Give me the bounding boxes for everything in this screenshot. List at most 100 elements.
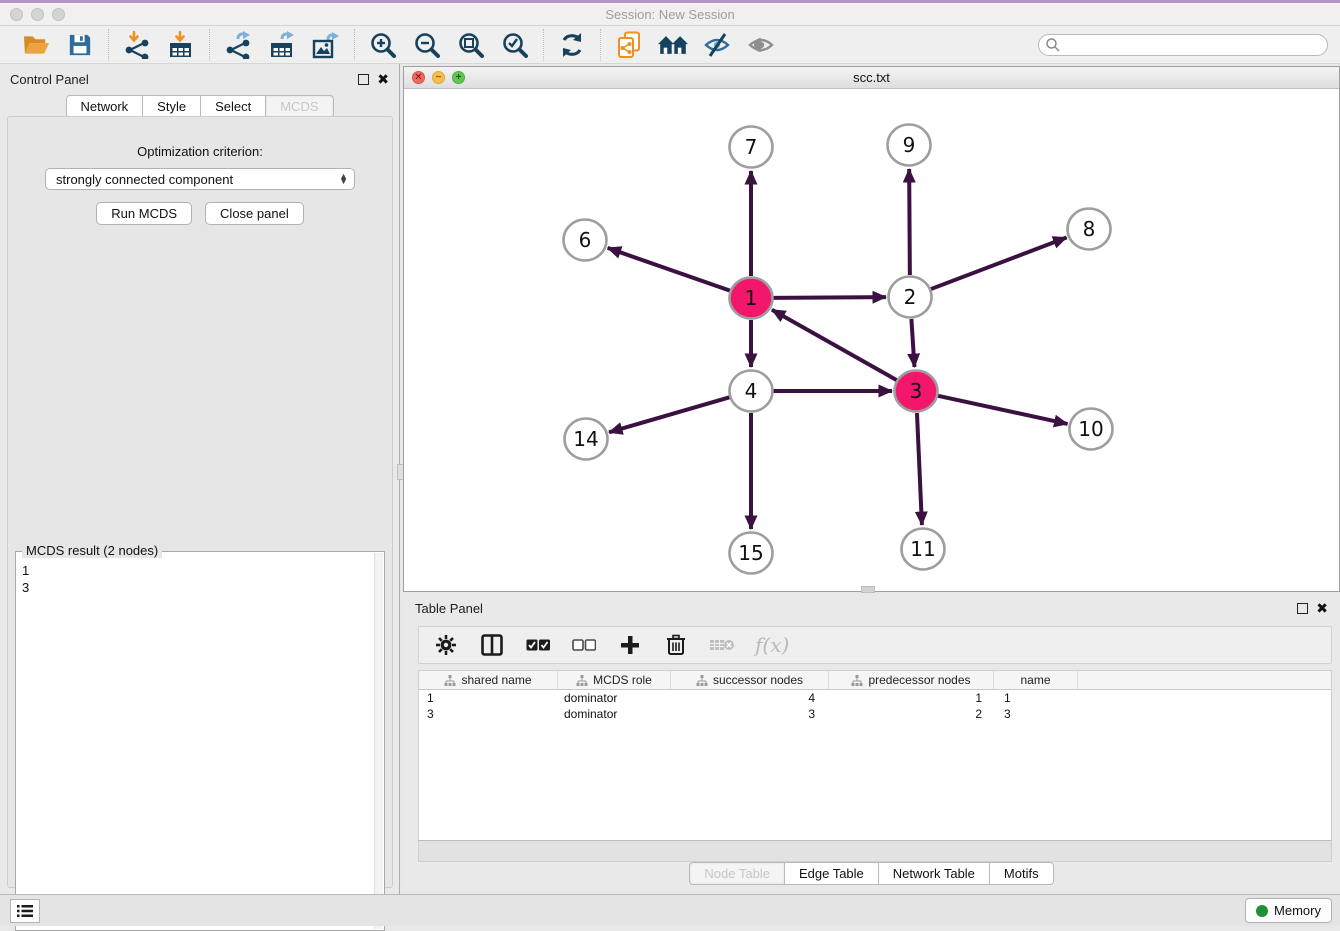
column-header-shared-name[interactable]: shared name [419,671,558,689]
table-tabs: Node Table Edge Table Network Table Moti… [403,862,1340,885]
criterion-dropdown[interactable]: strongly connected component ▲▼ [45,168,355,190]
window-title: Session: New Session [0,7,1340,22]
criterion-dropdown-value: strongly connected component [56,172,233,187]
table-row[interactable]: 3 dominator 3 2 3 [419,706,1331,722]
cell-successor-nodes[interactable]: 4 [671,691,829,705]
tab-edge-table[interactable]: Edge Table [785,862,879,885]
delete-column-icon[interactable] [663,632,689,658]
zoom-selected-icon[interactable] [500,30,530,60]
tab-motifs[interactable]: Motifs [990,862,1054,885]
import-network-icon[interactable] [122,30,152,60]
close-panel-icon[interactable]: ✖ [377,74,389,85]
mcds-result-group: MCDS result (2 nodes) 1 3 [15,551,385,931]
first-neighbors-icon[interactable] [658,30,688,60]
cell-predecessor-nodes[interactable]: 1 [829,691,994,705]
cell-name[interactable]: 3 [994,707,1078,721]
search-icon [1045,37,1061,53]
add-column-icon[interactable] [617,632,643,658]
search-input[interactable] [1061,36,1327,54]
table-panel: Table Panel ✖ [403,594,1340,894]
memory-label: Memory [1274,903,1321,918]
svg-text:11: 11 [910,537,935,561]
control-panel: Control Panel ✖ Network Style Select MCD… [0,64,400,894]
cell-shared-name[interactable]: 3 [419,707,558,721]
mcds-result-text[interactable]: 1 3 [22,562,374,928]
svg-text:1: 1 [745,286,758,310]
main-toolbar [0,26,1340,64]
show-all-icon[interactable] [746,30,776,60]
svg-text:15: 15 [738,541,763,565]
open-session-icon[interactable] [21,30,51,60]
clone-network-icon[interactable] [614,30,644,60]
select-all-icon[interactable] [525,632,551,658]
run-mcds-button[interactable]: Run MCDS [96,202,192,225]
table-toolbar: f(x) [418,626,1332,664]
column-header-mcds-role[interactable]: MCDS role [558,671,671,689]
apply-layout-icon[interactable] [557,30,587,60]
tab-select[interactable]: Select [201,95,266,118]
zoom-fit-icon[interactable] [456,30,486,60]
column-header-successor-nodes[interactable]: successor nodes [671,671,829,689]
svg-text:9: 9 [903,133,916,157]
function-builder-icon: f(x) [755,632,789,658]
table-row[interactable]: 1 dominator 4 1 1 [419,690,1331,706]
float-table-panel-icon[interactable] [1297,603,1308,614]
tab-style[interactable]: Style [143,95,201,118]
control-panel-tabs: Network Style Select MCDS [65,95,333,118]
cell-successor-nodes[interactable]: 3 [671,707,829,721]
import-table-icon[interactable] [166,30,196,60]
tab-network[interactable]: Network [65,95,143,118]
zoom-in-icon[interactable] [368,30,398,60]
svg-text:7: 7 [745,135,758,159]
search-field[interactable] [1038,34,1328,56]
table-bottom-strip [418,840,1332,862]
tab-network-table[interactable]: Network Table [879,862,990,885]
hierarchy-icon [851,675,863,686]
float-panel-icon[interactable] [358,74,369,85]
column-layout-icon[interactable] [479,632,505,658]
cell-predecessor-nodes[interactable]: 2 [829,707,994,721]
network-graph[interactable]: 7968124314101511 [404,89,1339,591]
gear-icon[interactable] [433,632,459,658]
window-titlebar: Session: New Session [0,3,1340,26]
deselect-all-icon[interactable] [571,632,597,658]
svg-text:6: 6 [579,228,592,252]
cell-mcds-role[interactable]: dominator [558,691,671,705]
optimization-criterion-label: Optimization criterion: [8,144,392,159]
cell-shared-name[interactable]: 1 [419,691,558,705]
close-panel-button[interactable]: Close panel [205,202,304,225]
export-table-icon[interactable] [267,30,297,60]
svg-text:2: 2 [904,285,917,309]
table-panel-title: Table Panel [415,601,483,616]
horizontal-splitter-handle[interactable] [861,586,875,593]
export-image-icon[interactable] [311,30,341,60]
show-task-history-button[interactable] [10,899,40,923]
save-session-icon[interactable] [65,30,95,60]
mcds-tab-content: Optimization criterion: strongly connect… [7,116,393,888]
column-header-name[interactable]: name [994,671,1078,689]
tab-mcds[interactable]: MCDS [266,95,333,118]
delete-table-icon [709,632,735,658]
dropdown-stepper-icon: ▲▼ [339,174,348,184]
hierarchy-icon [696,675,708,686]
export-network-icon[interactable] [223,30,253,60]
node-table: shared name MCDS role successor nodes pr… [418,670,1332,840]
hierarchy-icon [444,675,456,686]
network-canvas[interactable]: 7968124314101511 [404,89,1339,591]
memory-button[interactable]: Memory [1245,898,1332,923]
svg-text:4: 4 [745,379,758,403]
hide-selected-icon[interactable] [702,30,732,60]
control-panel-title: Control Panel [10,72,89,87]
column-header-predecessor-nodes[interactable]: predecessor nodes [829,671,994,689]
svg-text:14: 14 [573,427,598,451]
result-scrollbar[interactable] [374,553,383,929]
close-table-panel-icon[interactable]: ✖ [1316,603,1328,614]
tab-node-table[interactable]: Node Table [689,862,785,885]
network-window-title: scc.txt [404,70,1339,85]
cell-mcds-role[interactable]: dominator [558,707,671,721]
mcds-result-title: MCDS result (2 nodes) [22,543,162,558]
cell-name[interactable]: 1 [994,691,1078,705]
svg-text:3: 3 [910,379,923,403]
network-window-titlebar[interactable]: ✕ − + scc.txt [404,67,1339,89]
zoom-out-icon[interactable] [412,30,442,60]
